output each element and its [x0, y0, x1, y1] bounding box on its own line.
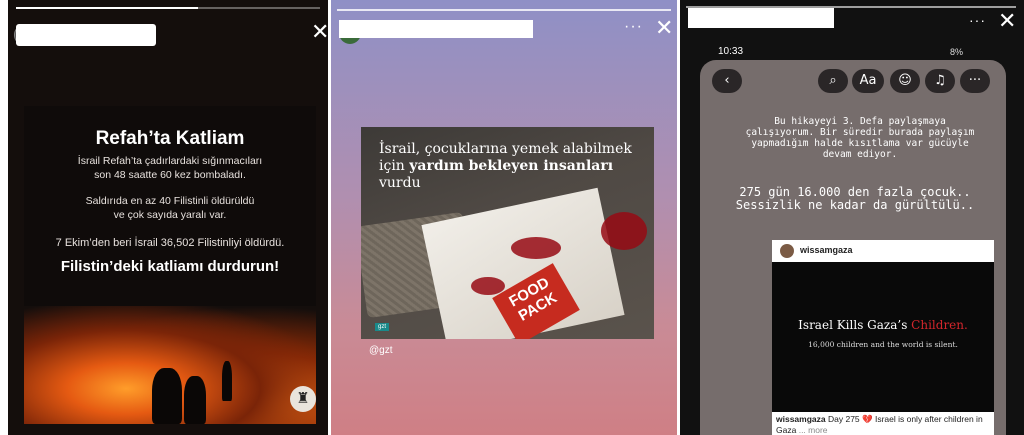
story-progress-bar — [16, 7, 320, 9]
repost-caption: wissamgaza Day 275 💔 Israel is only afte… — [776, 414, 983, 435]
more-options-icon[interactable]: ··· — [624, 18, 643, 36]
back-icon[interactable]: ‹ — [712, 69, 742, 93]
profile-badge-icon: ♜ — [290, 386, 316, 412]
post-callout: Filistin’deki katliamı durdurun! — [60, 258, 280, 275]
more-options-icon[interactable]: ··· — [969, 12, 986, 28]
close-icon[interactable]: ✕ — [311, 22, 328, 44]
close-icon[interactable]: ✕ — [998, 11, 1016, 33]
repost-username: wissamgaza — [800, 245, 853, 255]
mention-caption[interactable]: @gzt — [369, 345, 393, 356]
silhouette — [184, 376, 206, 424]
story-message: Bu hikayeyi 3. Defa paylaşmaya çalışıyor… — [745, 116, 975, 160]
silhouette — [152, 368, 182, 424]
status-time: 10:33 — [718, 46, 744, 57]
watermark: gzt — [375, 323, 390, 331]
avatar — [780, 244, 794, 258]
music-icon[interactable]: ♫ — [925, 69, 955, 93]
post-text-line: Saldırıda en az 40 Filistinli öldürüldü — [85, 195, 255, 207]
stain — [601, 212, 647, 250]
story-panel-3: ··· ✕ 10:33 8% ‹ ⌕ Aa ☺ ♫ ··· Bu hikayey… — [680, 0, 1024, 435]
post-headline: İsrail, çocuklarına yemek alabilmek için… — [379, 141, 632, 191]
repost-image: Israel Kills Gaza’s Children. 16,000 chi… — [772, 262, 994, 412]
story-editor-screen: ‹ ⌕ Aa ☺ ♫ ··· Bu hikayeyi 3. Defa payla… — [700, 60, 1006, 435]
post-title: Refah’ta Katliam — [95, 128, 245, 149]
username-redacted — [16, 24, 156, 46]
more-options-icon[interactable]: ··· — [960, 69, 990, 93]
repost-subtitle: 16,000 children and the world is silent. — [808, 340, 958, 349]
reposted-post[interactable]: wissamgaza Israel Kills Gaza’s Children.… — [772, 240, 994, 435]
username-redacted — [688, 8, 834, 28]
story-panel-2: ··· ✕ FOOD PACK İsrail, çocuklarına yeme… — [331, 0, 677, 435]
story-post-card: Refah’ta Katliam İsrail Refah’ta çadırla… — [24, 106, 316, 424]
close-icon[interactable]: ✕ — [655, 18, 673, 40]
post-text-line: İsrail Refah’ta çadırlardaki sığınmacıla… — [77, 155, 263, 167]
post-text-line: ve çok sayıda yaralı var. — [113, 209, 227, 221]
username-redacted — [339, 20, 533, 38]
shared-post[interactable]: FOOD PACK İsrail, çocuklarına yemek alab… — [361, 127, 654, 339]
silhouette — [222, 361, 232, 401]
post-text-line: son 48 saatte 60 kez bombaladı. — [94, 169, 246, 181]
repost-header: wissamgaza — [772, 240, 994, 262]
battery-status: 8% — [950, 47, 964, 57]
stain — [511, 237, 561, 259]
story-message: 275 gün 16.000 den fazla çocuk.. Sessizl… — [735, 185, 975, 212]
post-text-line: 7 Ekim’den beri İsrail 36,502 Filistinli… — [55, 237, 285, 249]
mention-icon[interactable]: ⌕ — [818, 69, 848, 93]
story-panel-1: ✕ Refah’ta Katliam İsrail Refah’ta çadır… — [8, 0, 328, 435]
story-progress-bar — [337, 9, 671, 11]
sticker-icon[interactable]: ☺ — [890, 69, 920, 93]
text-tool-icon[interactable]: Aa — [852, 69, 884, 93]
repost-title: Israel Kills Gaza’s Children. — [798, 318, 968, 332]
story-collage: ✕ Refah’ta Katliam İsrail Refah’ta çadır… — [0, 0, 1024, 435]
